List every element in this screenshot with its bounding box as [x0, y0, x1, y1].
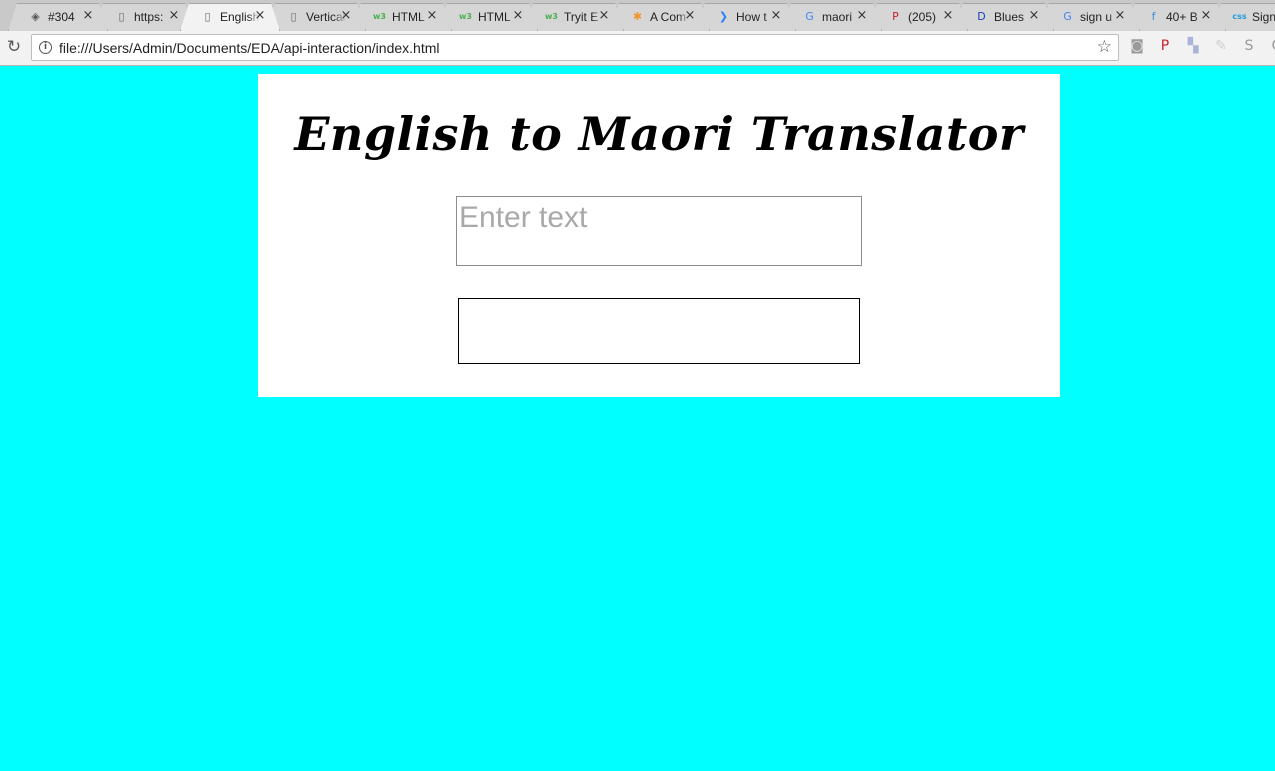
browser-tab[interactable]: ▯ https: × [94, 3, 194, 31]
browser-tab[interactable]: Gsign u × [1040, 3, 1140, 31]
page-icon: ▯ [204, 10, 211, 23]
tab-close-icon[interactable]: × [1200, 8, 1212, 24]
browser-tab[interactable]: w3 HTML × [352, 3, 452, 31]
browser-tab[interactable]: ◈ #304 × [8, 3, 108, 31]
google-icon: G [1063, 10, 1072, 23]
skype-icon[interactable]: S [1240, 37, 1258, 55]
browser-tab[interactable]: ▯ English × [180, 3, 280, 31]
tab-close-icon[interactable]: × [770, 8, 782, 24]
browser-tab[interactable]: ✱ A Com × [610, 3, 710, 31]
browser-chrome: ◈ #304 × ▯ https: × ▯ English × ▯ Vertical × w3 HTML ×… [0, 0, 1275, 66]
google-icon: G [805, 10, 814, 23]
camera-icon[interactable]: ◙ [1128, 37, 1146, 55]
f-logo-icon: f [1151, 10, 1156, 23]
tab-close-icon[interactable]: × [82, 8, 94, 24]
arrows-icon: ❯ [718, 10, 729, 23]
page-icon: ▯ [118, 10, 125, 23]
circle-icon[interactable]: G [1268, 37, 1275, 55]
css-icon: css [1232, 12, 1247, 21]
bookmark-star-icon[interactable]: ☆ [1097, 37, 1112, 58]
tab-title: Sign [1252, 10, 1275, 24]
browser-tab[interactable]: w3 HTML × [438, 3, 538, 31]
puzzle-icon[interactable]: ▚ [1184, 37, 1202, 55]
page-title: English to Maori Translator [294, 107, 1024, 161]
browser-tab[interactable]: f 40+ B × [1126, 3, 1226, 31]
w3schools-icon: w3 [459, 12, 472, 21]
tab-close-icon[interactable]: × [942, 8, 954, 24]
tab-close-icon[interactable]: × [512, 8, 524, 24]
info-icon[interactable]: i [39, 41, 52, 54]
tab-close-icon[interactable]: × [1028, 8, 1040, 24]
tab-close-icon[interactable]: × [856, 8, 868, 24]
pinterest-icon[interactable]: P [1156, 37, 1174, 55]
tab-close-icon[interactable]: × [340, 8, 352, 24]
tab-close-icon[interactable]: × [426, 8, 438, 24]
url-text[interactable]: file:///Users/Admin/Documents/EDA/api-in… [59, 39, 439, 57]
translator-card: English to Maori Translator [258, 74, 1060, 397]
reload-icon[interactable]: ↻ [4, 37, 24, 57]
diamond-icon: ◈ [31, 10, 40, 23]
tab-strip: ◈ #304 × ▯ https: × ▯ English × ▯ Vertical × w3 HTML ×… [0, 0, 1275, 31]
tab-close-icon[interactable]: × [598, 8, 610, 24]
translation-output [458, 298, 860, 364]
asterisk-icon: ✱ [632, 10, 643, 23]
w3schools-icon: w3 [373, 12, 386, 21]
browser-tab[interactable]: Gmaori × [782, 3, 882, 31]
browser-tab[interactable]: ❯ How t × [696, 3, 796, 31]
w3schools-icon: w3 [545, 12, 558, 21]
tab-close-icon[interactable]: × [254, 8, 266, 24]
feather-icon[interactable]: ✎ [1212, 37, 1230, 55]
english-text-input[interactable] [456, 196, 862, 266]
browser-tab[interactable]: ▯ Vertical × [266, 3, 366, 31]
browser-tab[interactable]: D Blues × [954, 3, 1054, 31]
browser-toolbar: ↻ i file:///Users/Admin/Documents/EDA/ap… [0, 31, 1275, 66]
pinterest-icon: P [892, 10, 899, 23]
tab-close-icon[interactable]: × [684, 8, 696, 24]
browser-tab[interactable]: w3 Tryit E × [524, 3, 624, 31]
address-bar[interactable]: i file:///Users/Admin/Documents/EDA/api-… [31, 34, 1119, 61]
tab-close-icon[interactable]: × [1114, 8, 1126, 24]
browser-tab[interactable]: P (205) × [868, 3, 968, 31]
tab-close-icon[interactable]: × [168, 8, 180, 24]
d-logo-icon: D [977, 10, 986, 23]
page-icon: ▯ [290, 10, 297, 23]
